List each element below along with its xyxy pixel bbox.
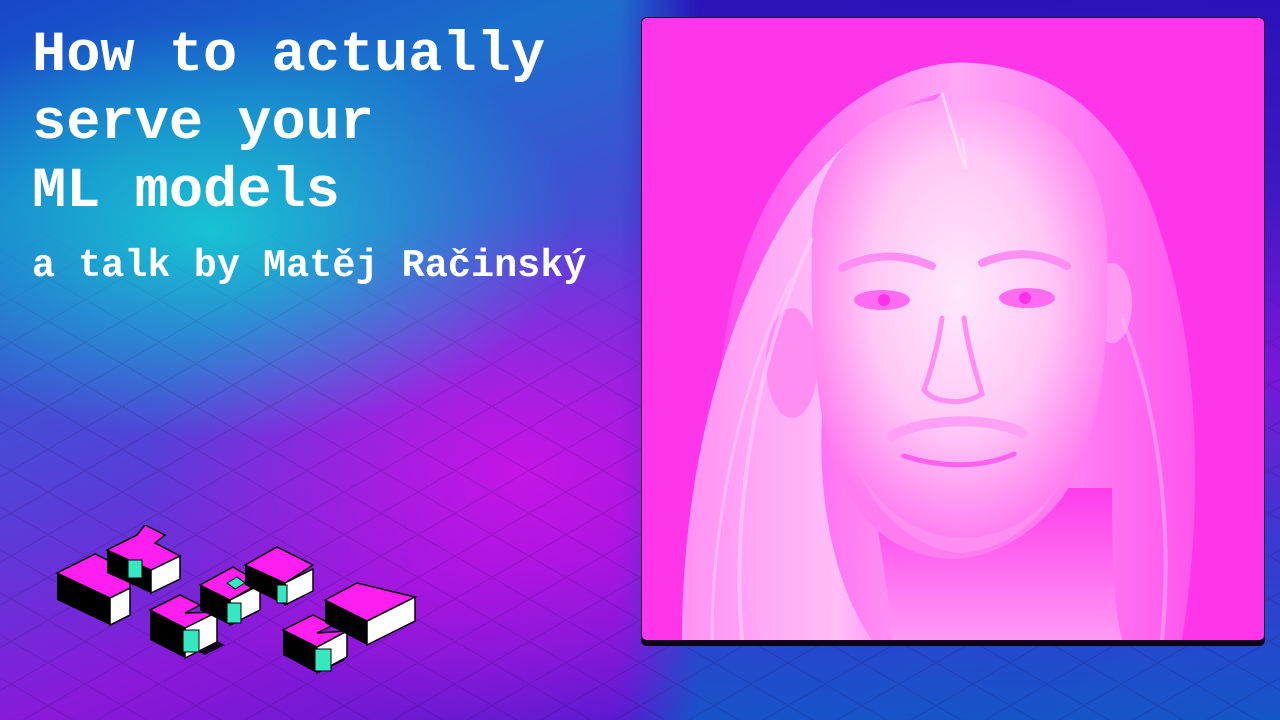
pupil-left (878, 294, 890, 306)
talk-title: How to actually serve your ML models (32, 22, 545, 226)
pupil-right (1019, 292, 1031, 304)
title-line-2: serve your (32, 92, 375, 156)
speaker-portrait (642, 18, 1264, 640)
speaker-byline: a talk by Matěj Račinský (32, 244, 587, 288)
face (811, 98, 1108, 559)
pycon-cz-logo (55, 525, 418, 675)
title-line-1: How to actually (32, 24, 546, 88)
speaker-photo (641, 17, 1265, 641)
ear-left (766, 308, 818, 418)
title-line-3: ML models (32, 160, 340, 224)
